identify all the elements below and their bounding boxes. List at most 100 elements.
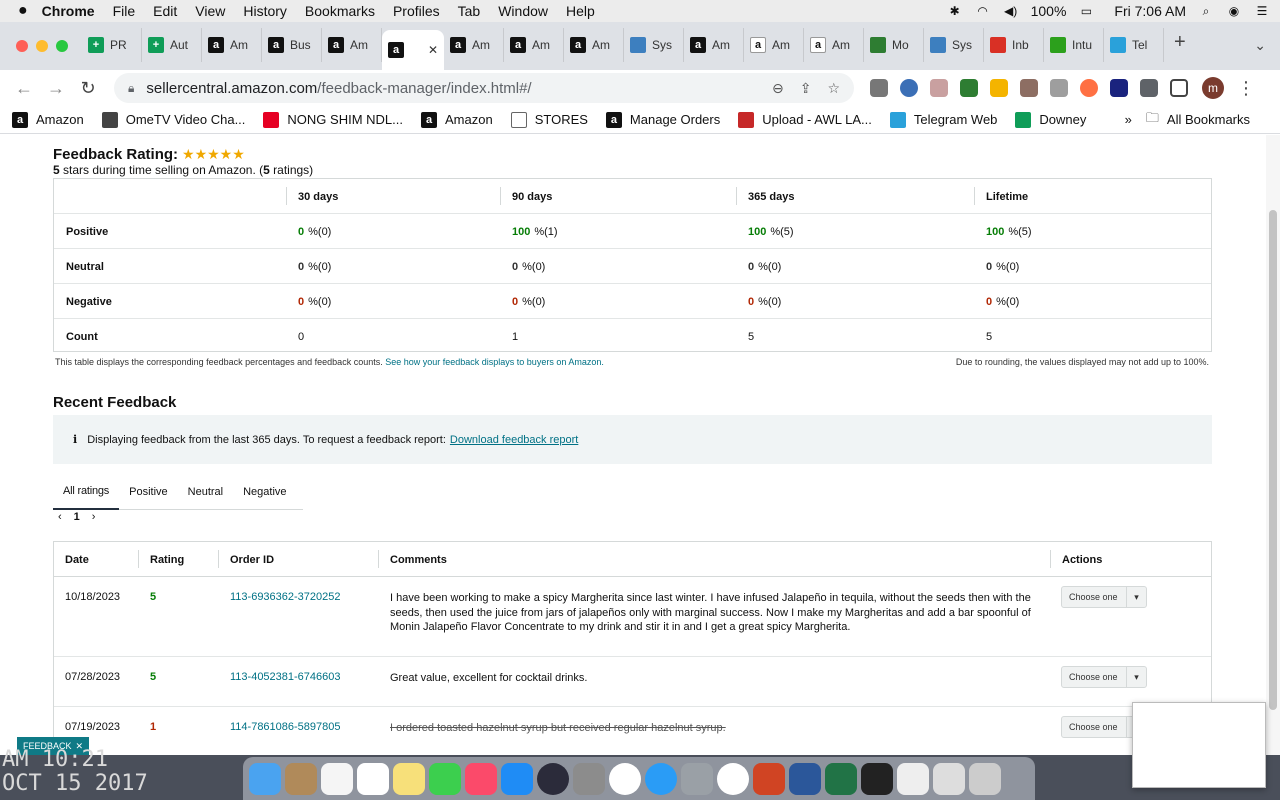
zoom-window-icon[interactable] <box>56 40 68 52</box>
apple-icon[interactable]: ● <box>18 2 28 20</box>
all-bookmarks-folder[interactable]: 🗀 All Bookmarks <box>1146 109 1250 131</box>
menu-window[interactable]: Window <box>498 3 548 19</box>
bookmark-item[interactable]: a Manage Orders <box>605 111 720 128</box>
tab-item[interactable]: a Am <box>804 28 864 62</box>
extension-adout-icon[interactable] <box>990 79 1008 97</box>
download-feedback-report-link[interactable]: Download feedback report <box>450 434 578 446</box>
spotlight-search-icon[interactable]: ⌕ <box>1198 4 1214 18</box>
prev-page-icon[interactable]: ‹ <box>58 511 62 523</box>
extensions-puzzle-icon[interactable] <box>1140 79 1158 97</box>
page-scrollbar[interactable] <box>1266 135 1280 755</box>
share-icon[interactable]: ⇪ <box>800 80 812 97</box>
safari-icon[interactable] <box>645 762 677 795</box>
chevron-down-icon[interactable]: ▾ <box>1126 667 1146 687</box>
system-preferences-icon[interactable] <box>573 762 605 795</box>
extension-gray-icon[interactable] <box>1050 79 1068 97</box>
notes-icon[interactable] <box>393 762 425 795</box>
music-icon[interactable] <box>465 762 497 795</box>
excel-icon[interactable] <box>825 762 857 795</box>
facetime-icon[interactable] <box>429 762 461 795</box>
launchpad-icon[interactable] <box>681 762 713 795</box>
photos-icon[interactable] <box>717 762 749 795</box>
tab-item[interactable]: + Aut <box>142 28 202 62</box>
tab-item[interactable]: a Am <box>564 28 624 62</box>
menu-tab[interactable]: Tab <box>458 3 481 19</box>
menu-edit[interactable]: Edit <box>153 3 177 19</box>
chrome-icon[interactable] <box>609 762 641 795</box>
reload-icon[interactable]: ↻ <box>74 78 102 99</box>
app-store-icon[interactable] <box>501 762 533 795</box>
siri-icon[interactable]: ◉ <box>1226 4 1242 18</box>
menu-bookmarks[interactable]: Bookmarks <box>305 3 375 19</box>
tab-item[interactable]: Inb <box>984 28 1044 62</box>
bookmarks-overflow-icon[interactable]: » <box>1125 112 1132 127</box>
extension-off-icon[interactable] <box>870 79 888 97</box>
menu-view[interactable]: View <box>195 3 225 19</box>
screenshot-icon[interactable] <box>897 762 929 795</box>
tab-neutral[interactable]: Neutral <box>178 475 233 510</box>
tab-item[interactable]: a Am <box>744 28 804 62</box>
menu-help[interactable]: Help <box>566 3 595 19</box>
new-tab-icon[interactable]: + <box>1174 31 1186 54</box>
extension-orange-icon[interactable] <box>1080 79 1098 97</box>
reminders-icon[interactable] <box>321 762 353 795</box>
bookmark-item[interactable]: a Amazon <box>12 111 84 128</box>
preview-icon[interactable] <box>933 762 965 795</box>
next-page-icon[interactable]: › <box>92 511 96 523</box>
scrollbar-thumb[interactable] <box>1269 210 1277 710</box>
tab-item[interactable]: Intu <box>1044 28 1104 62</box>
bookmark-item[interactable]: a Amazon <box>421 111 493 128</box>
trash-icon[interactable] <box>969 762 1001 795</box>
back-icon[interactable]: ← <box>10 78 38 99</box>
control-center-icon[interactable]: ☰ <box>1254 4 1270 18</box>
wifi-icon[interactable]: ◠ <box>975 4 991 18</box>
menu-file[interactable]: File <box>113 3 136 19</box>
word-icon[interactable] <box>789 762 821 795</box>
extension-f-icon[interactable] <box>1110 79 1128 97</box>
tab-active[interactable]: a ✕ <box>382 30 444 70</box>
bookmark-item[interactable]: Telegram Web <box>889 111 997 128</box>
tab-all-ratings[interactable]: All ratings <box>53 475 120 510</box>
choose-action-dropdown[interactable]: Choose one ▾ <box>1061 586 1147 608</box>
terminal-icon[interactable] <box>861 762 893 795</box>
tab-search-icon[interactable]: ⌄ <box>1254 37 1266 54</box>
order-id-link[interactable]: 113-6936362-3720252 <box>230 591 341 603</box>
tab-item[interactable]: a Bus <box>262 28 322 62</box>
menu-app-name[interactable]: Chrome <box>42 3 95 19</box>
address-bar[interactable]: 🔒︎ sellercentral.amazon.com/feedback-man… <box>114 73 854 103</box>
tab-item[interactable]: a Am <box>202 28 262 62</box>
notes-bag-icon[interactable] <box>285 762 317 795</box>
side-panel-icon[interactable] <box>1170 79 1188 97</box>
bookmark-item[interactable]: NONG SHIM NDL... <box>263 111 403 128</box>
order-id-link[interactable]: 113-4052381-6746603 <box>230 671 341 683</box>
tab-item[interactable]: Mo <box>864 28 924 62</box>
calendar-icon[interactable] <box>357 762 389 795</box>
bluetooth-icon[interactable]: ✱ <box>947 4 963 18</box>
tab-item[interactable]: a Am <box>444 28 504 62</box>
extension-off2-icon[interactable] <box>1020 79 1038 97</box>
forward-icon[interactable]: → <box>42 78 70 99</box>
tab-item[interactable]: a Am <box>504 28 564 62</box>
choose-action-dropdown[interactable]: Choose one ▾ <box>1061 666 1147 688</box>
bookmark-item[interactable]: Downey <box>1015 111 1086 128</box>
menu-history[interactable]: History <box>243 3 287 19</box>
finder-icon[interactable] <box>249 762 281 795</box>
close-window-icon[interactable] <box>16 40 28 52</box>
how-feedback-displays-link[interactable]: See how your feedback displays to buyers… <box>385 357 604 367</box>
chrome-menu-icon[interactable]: ⋮ <box>1232 78 1260 99</box>
tab-positive[interactable]: Positive <box>119 475 178 510</box>
tab-item[interactable]: a Am <box>684 28 744 62</box>
menu-profiles[interactable]: Profiles <box>393 3 440 19</box>
tab-item[interactable]: + PR <box>82 28 142 62</box>
extension-rs-icon[interactable] <box>960 79 978 97</box>
order-id-link[interactable]: 114-7861086-5897805 <box>230 721 341 733</box>
current-page[interactable]: 1 <box>74 511 80 523</box>
volume-icon[interactable]: ◀) <box>1003 4 1019 18</box>
bookmark-item[interactable]: OmeTV Video Cha... <box>101 111 245 128</box>
zoom-icon[interactable]: ⊖ <box>772 80 784 97</box>
extension-blue-icon[interactable] <box>900 79 918 97</box>
lock-icon[interactable]: 🔒︎ <box>128 81 134 96</box>
extension-lumos-icon[interactable] <box>930 79 948 97</box>
siri-dock-icon[interactable] <box>537 762 569 795</box>
chevron-down-icon[interactable]: ▾ <box>1126 587 1146 607</box>
